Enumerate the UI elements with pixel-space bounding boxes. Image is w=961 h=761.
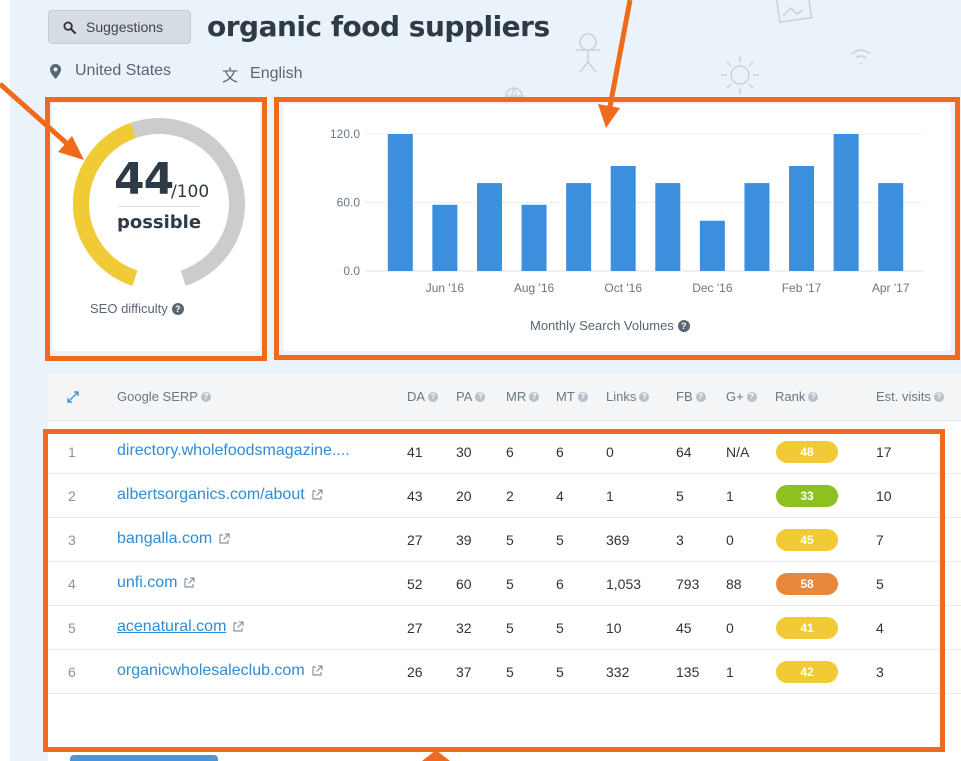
search-icon: [63, 20, 76, 34]
primary-button[interactable]: [70, 755, 218, 761]
photo-doodle-icon: [775, 0, 813, 23]
col-header-est-visits[interactable]: Est. visits?: [876, 389, 944, 404]
location-label: United States: [75, 62, 172, 79]
col-header-fb[interactable]: FB?: [676, 389, 706, 404]
help-icon[interactable]: ?: [200, 391, 211, 402]
help-icon[interactable]: ?: [639, 391, 650, 402]
sun-doodle-icon: [721, 56, 759, 94]
help-icon[interactable]: ?: [933, 391, 944, 402]
col-header-pa[interactable]: PA?: [456, 389, 486, 404]
col-header-label: Est. visits: [876, 389, 931, 404]
help-icon[interactable]: ?: [808, 391, 819, 402]
map-pin-icon: [50, 63, 61, 79]
suggestions-button[interactable]: Suggestions: [48, 10, 191, 44]
location-selector[interactable]: United States: [50, 62, 171, 80]
col-header-label: G+: [726, 389, 744, 404]
col-header-label: MR: [506, 389, 527, 404]
wifi-doodle-icon: [851, 49, 871, 64]
col-header-label: Rank: [775, 389, 806, 404]
col-header-label: DA: [407, 389, 426, 404]
person-doodle-icon: [576, 33, 600, 73]
chart-highlight-box: [274, 97, 960, 360]
help-icon[interactable]: ?: [475, 391, 486, 402]
col-header-label: Links: [606, 389, 637, 404]
col-header-rank[interactable]: Rank?: [775, 389, 819, 404]
suggestions-label: Suggestions: [86, 19, 164, 35]
help-icon[interactable]: ?: [695, 391, 706, 402]
help-icon[interactable]: ?: [577, 391, 588, 402]
col-header-mr[interactable]: MR?: [506, 389, 540, 404]
col-header-label: MT: [556, 389, 575, 404]
col-header-gplus[interactable]: G+?: [726, 389, 757, 404]
col-header-google-serp[interactable]: Google SERP?: [117, 389, 211, 404]
language-label: English: [250, 65, 303, 82]
keyword-title: organic food suppliers: [207, 10, 550, 43]
col-header-label: FB: [676, 389, 693, 404]
table-highlight-box: [43, 429, 945, 752]
language-selector[interactable]: 文 English: [222, 62, 303, 86]
screenshot: Suggestions organic food suppliers Unite…: [0, 0, 961, 761]
col-header-links[interactable]: Links?: [606, 389, 650, 404]
help-icon[interactable]: ?: [529, 391, 540, 402]
help-icon[interactable]: ?: [746, 391, 757, 402]
expand-icon[interactable]: [66, 390, 80, 404]
col-header-label: PA: [456, 389, 473, 404]
translate-icon: 文: [222, 68, 239, 85]
help-icon[interactable]: ?: [428, 391, 439, 402]
seo-difficulty-highlight-box: [45, 97, 267, 361]
col-header-label: Google SERP: [117, 389, 198, 404]
col-header-da[interactable]: DA?: [407, 389, 439, 404]
col-header-mt[interactable]: MT?: [556, 389, 588, 404]
